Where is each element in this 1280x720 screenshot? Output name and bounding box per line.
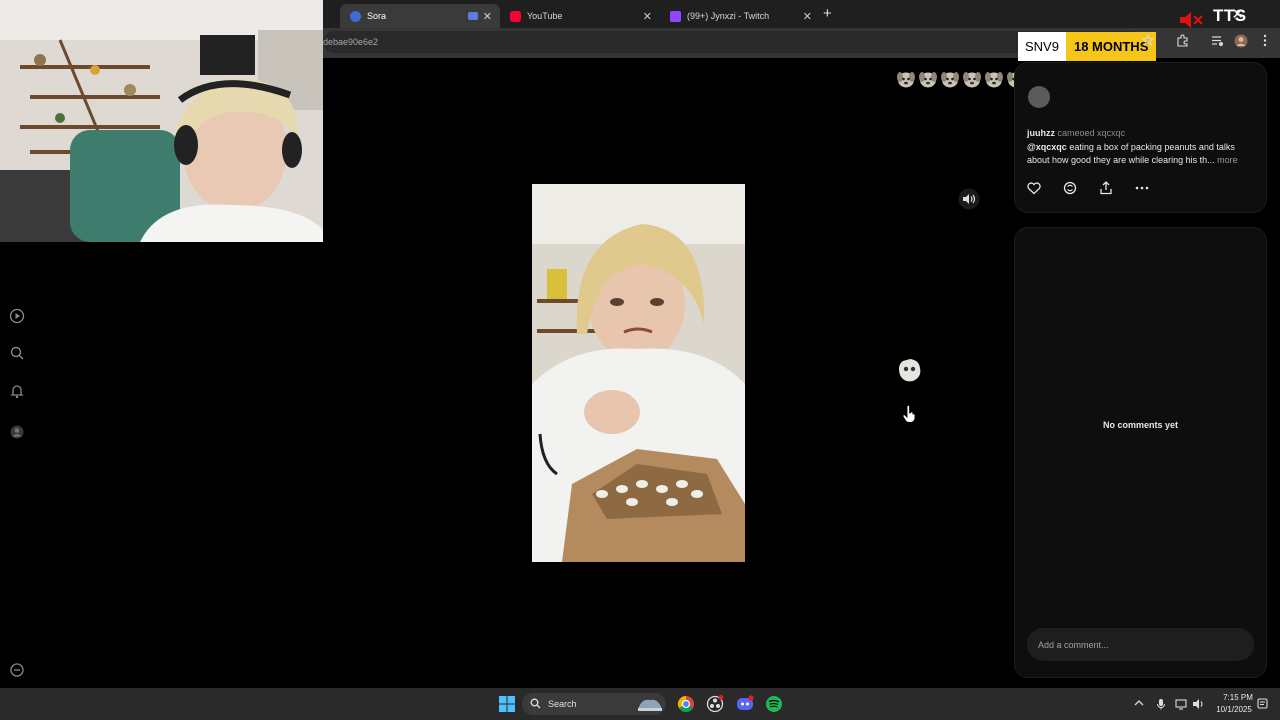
browser-menu-icon[interactable] [1262, 34, 1268, 47]
tab-twitch[interactable]: (99+) Jynxzi - Twitch ✕ [660, 4, 820, 28]
media-queue-icon[interactable] [1211, 34, 1224, 47]
caption-more-link[interactable]: more [1217, 155, 1238, 165]
muted-speaker-icon [1180, 12, 1203, 28]
tab-sora[interactable]: Sora ✕ [340, 4, 500, 28]
play-icon[interactable] [9, 308, 25, 324]
sora-favicon-icon [350, 10, 361, 22]
discord-taskbar-icon[interactable] [735, 694, 755, 714]
tray-chevron-up-icon[interactable] [1134, 698, 1144, 708]
comments-panel [1014, 227, 1267, 678]
window-close-button[interactable]: ✕ [1231, 5, 1244, 23]
spotify-taskbar-icon[interactable] [764, 694, 784, 714]
post-caption: @xqcxqc eating a box of packing peanuts … [1027, 141, 1252, 167]
share-icon[interactable] [1098, 180, 1114, 196]
close-tab-icon[interactable]: ✕ [803, 10, 812, 23]
new-tab-button[interactable]: + [823, 5, 832, 22]
cameo-note: cameoed xqcxqc [1057, 128, 1126, 138]
tab-label: YouTube [527, 11, 563, 21]
chrome-taskbar-icon[interactable] [676, 694, 696, 714]
search-icon[interactable] [9, 345, 25, 361]
video-volume-button[interactable] [958, 188, 980, 210]
more-options-icon[interactable] [9, 662, 25, 678]
tab-label: Sora [367, 11, 387, 21]
post-attribution: juuhzz cameoed xqcxqc [1027, 128, 1125, 138]
address-bar-url[interactable]: debae90e6e2 [323, 37, 378, 47]
webcam-overlay [0, 0, 323, 242]
peanut-emote-icon [899, 359, 921, 382]
volume-icon[interactable] [1192, 698, 1205, 710]
badge-code: SNV9 [1018, 32, 1066, 61]
picture-in-picture-icon[interactable] [468, 12, 478, 20]
profile-icon[interactable] [9, 424, 25, 440]
microphone-icon[interactable] [1156, 698, 1166, 710]
sub-badge: SNV9 18 MONTHS [1018, 32, 1157, 61]
hand-cursor-icon [902, 405, 916, 423]
youtube-favicon-icon [510, 10, 521, 22]
extensions-icon[interactable] [1176, 34, 1189, 47]
bookmark-star-icon[interactable] [1142, 34, 1154, 46]
taskbar-search-label: Search [548, 699, 577, 709]
video-player[interactable] [532, 184, 745, 562]
network-icon[interactable] [1175, 698, 1188, 710]
close-tab-icon[interactable]: ✕ [643, 10, 652, 23]
caption-mention[interactable]: @xqcxqc [1027, 142, 1067, 152]
obs-taskbar-icon[interactable] [705, 694, 725, 714]
notifications-bell-icon[interactable] [9, 383, 25, 399]
taskbar-search-icon [530, 698, 541, 709]
twitch-favicon-icon [670, 10, 681, 22]
comment-input[interactable] [1027, 628, 1254, 661]
taskbar-clock-date[interactable]: 10/1/2025 [1212, 705, 1256, 714]
notification-center-icon[interactable] [1257, 698, 1268, 710]
more-actions-icon[interactable] [1134, 180, 1150, 196]
author-username[interactable]: juuhzz [1027, 128, 1055, 138]
like-heart-icon[interactable] [1026, 180, 1042, 196]
screen: Sora ✕ YouTube ✕ (99+) Jynxzi - Twitch ✕… [0, 0, 1280, 720]
tab-label: (99+) Jynxzi - Twitch [687, 11, 770, 21]
search-highlight-icon [638, 699, 662, 711]
windows-start-icon[interactable] [497, 694, 517, 714]
taskbar-clock-time[interactable]: 7:15 PM [1218, 693, 1258, 702]
author-avatar[interactable] [1028, 86, 1050, 108]
close-tab-icon[interactable]: ✕ [483, 10, 492, 23]
remix-icon[interactable] [1062, 180, 1078, 196]
tab-youtube[interactable]: YouTube ✕ [500, 4, 660, 28]
empty-comments-message: No comments yet [1102, 420, 1179, 430]
profile-avatar-icon[interactable] [1234, 34, 1248, 48]
